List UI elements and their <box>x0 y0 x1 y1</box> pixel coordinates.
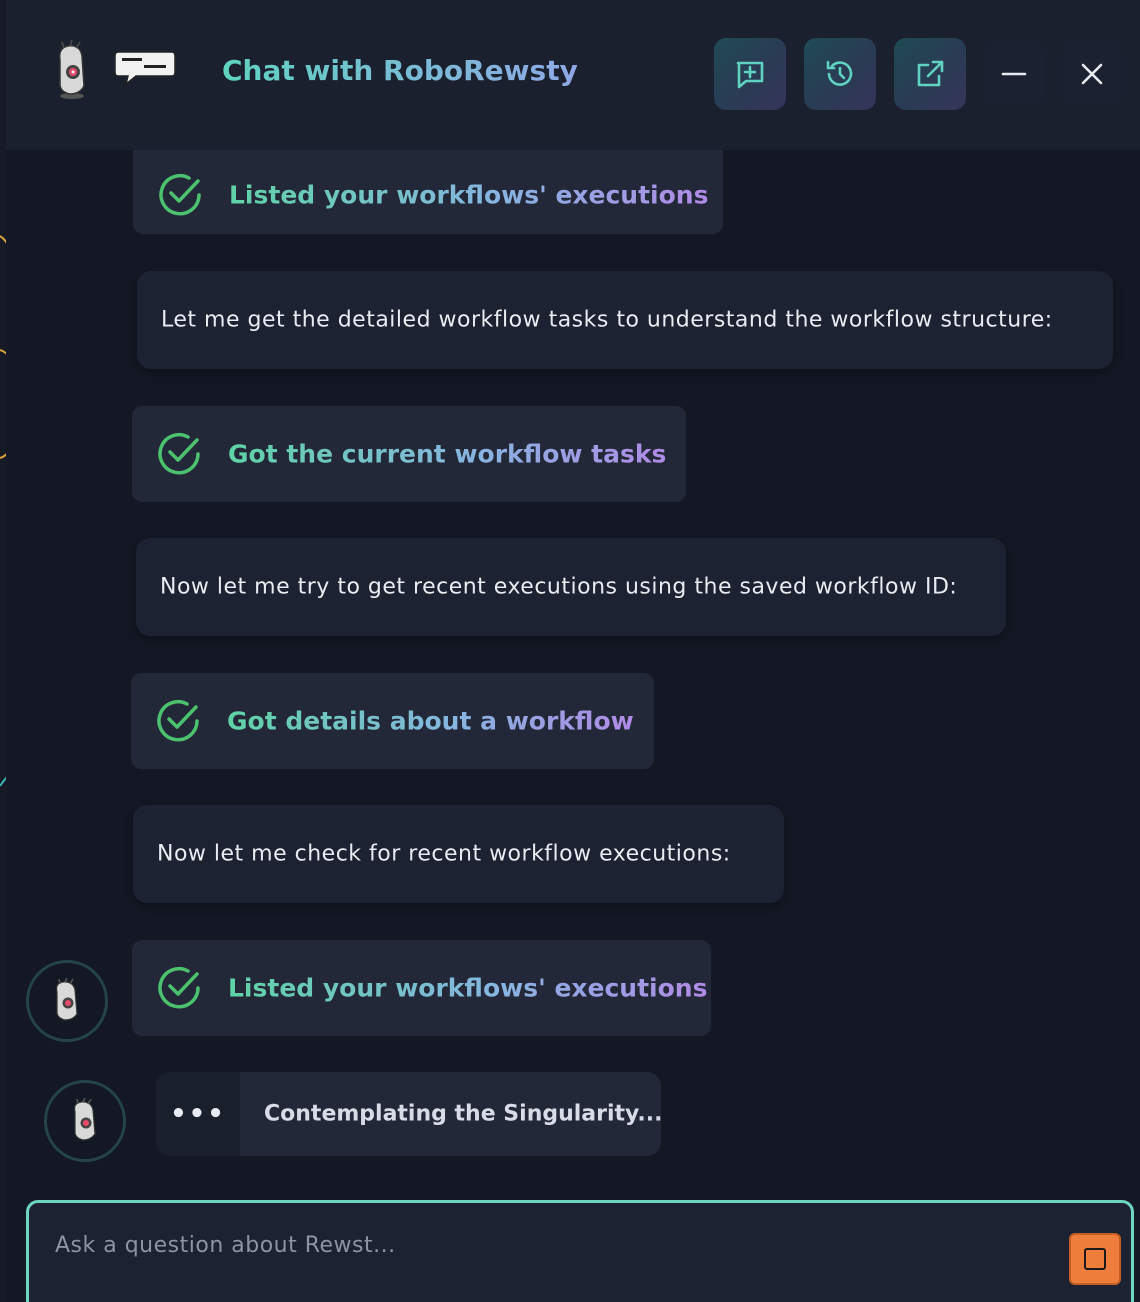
external-link-icon <box>917 60 944 87</box>
close-icon <box>1081 63 1103 85</box>
close-button[interactable] <box>1062 44 1122 104</box>
chat-panel: Chat with RoboRewsty Listed your workflo… <box>6 0 1140 1302</box>
check-circle-icon <box>158 967 200 1009</box>
tool-call-card[interactable]: Got the current workflow tasks <box>132 406 686 502</box>
bot-avatar <box>44 1080 126 1162</box>
assistant-message: Now let me check for recent workflow exe… <box>133 805 784 903</box>
assistant-message: Let me get the detailed workflow tasks t… <box>137 271 1113 369</box>
check-circle-icon <box>158 433 200 475</box>
message-text: Let me get the detailed workflow tasks t… <box>161 307 1053 333</box>
message-text: Now let me check for recent workflow exe… <box>157 841 731 867</box>
tool-call-label: Listed your workflows' executions <box>228 973 708 1003</box>
pop-out-button[interactable] <box>894 38 966 110</box>
tool-call-card[interactable]: Listed your workflows' executions <box>133 150 723 234</box>
tool-call-label: Got the current workflow tasks <box>228 439 667 469</box>
new-chat-button[interactable] <box>714 38 786 110</box>
roborewsty-logo-icon <box>58 40 85 99</box>
tool-call-card[interactable]: Got details about a workflow <box>131 673 654 769</box>
roborewsty-avatar-icon <box>74 1098 96 1141</box>
minimize-icon <box>1001 72 1027 76</box>
minimize-button[interactable] <box>984 44 1044 104</box>
tool-call-card[interactable]: Listed your workflows' executions <box>132 940 711 1036</box>
chat-input[interactable] <box>53 1227 1017 1263</box>
message-text: Now let me try to get recent executions … <box>160 574 958 600</box>
typing-dots: ••• <box>156 1072 240 1156</box>
history-icon <box>826 60 853 86</box>
assistant-message: Now let me try to get recent executions … <box>136 538 1006 636</box>
chat-header: Chat with RoboRewsty <box>6 0 1140 150</box>
stop-generation-button[interactable] <box>1069 1233 1121 1285</box>
chat-input-box[interactable] <box>26 1200 1134 1302</box>
roborewsty-avatar-icon <box>56 978 78 1021</box>
message-list[interactable]: Listed your workflows' executions Let me… <box>6 150 1140 1200</box>
tool-call-label: Got details about a workflow <box>227 706 634 736</box>
history-button[interactable] <box>804 38 876 110</box>
check-circle-icon <box>157 700 199 742</box>
bot-avatar <box>26 960 108 1042</box>
typing-status-text: Contemplating the Singularity... <box>264 1101 663 1127</box>
stop-icon <box>1084 1248 1106 1270</box>
tool-call-label: Listed your workflows' executions <box>229 180 709 210</box>
speech-bubble-icon <box>114 51 176 86</box>
check-circle-icon <box>159 174 201 216</box>
typing-indicator: ••• Contemplating the Singularity... <box>156 1072 663 1156</box>
new-chat-icon <box>736 61 764 89</box>
header-title: Chat with RoboRewsty <box>222 54 578 87</box>
